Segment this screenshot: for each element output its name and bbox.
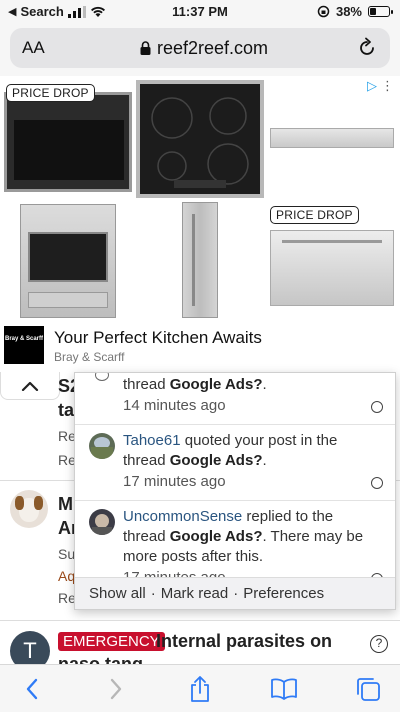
- tabs-button[interactable]: [354, 675, 382, 703]
- alert-item[interactable]: UncommonSense replied to the thread Goog…: [75, 501, 395, 586]
- alert-item[interactable]: Tahoe61 quoted your post in the thread G…: [75, 425, 395, 501]
- browser-toolbar: [0, 664, 400, 712]
- lock-icon: [140, 41, 151, 55]
- thread-title[interactable]: ta: [58, 400, 74, 421]
- alerts-footer: Show all · Mark read · Preferences: [75, 577, 395, 609]
- advertiser-logo: Bray & Scarff: [4, 326, 44, 364]
- ad-footer[interactable]: Bray & Scarff Your Perfect Kitchen Await…: [0, 324, 400, 372]
- status-right: 38%: [317, 4, 393, 19]
- separator: ·: [150, 585, 156, 602]
- price-drop-badge: PRICE DROP: [6, 84, 95, 102]
- ad-banner[interactable]: PRICE DROP ▷ ⋮ PRICE DROP Bray & Scarff …: [0, 76, 400, 372]
- thread-row[interactable]: T EMERGENCY Internal parasites on naso t…: [0, 620, 400, 671]
- alerts-popup: thread Google Ads?. 14 minutes ago Tahoe…: [74, 372, 396, 610]
- scroll-to-top-button[interactable]: [0, 372, 60, 400]
- forward-button[interactable]: [102, 675, 130, 703]
- alert-text[interactable]: UncommonSense replied to the thread Goog…: [123, 507, 367, 567]
- ad-product-induction-range[interactable]: [136, 80, 264, 198]
- url-text: reef2reef.com: [156, 37, 269, 58]
- ad-advertiser: Bray & Scarff: [54, 350, 125, 364]
- battery-percent: 38%: [335, 4, 362, 19]
- ad-product-gas-range[interactable]: [2, 200, 134, 320]
- chevron-left-icon: [26, 678, 38, 700]
- ad-product-warming-drawer[interactable]: [266, 80, 398, 196]
- thread-title[interactable]: Internal parasites on: [156, 631, 332, 652]
- ad-menu-icon[interactable]: ⋮: [381, 78, 394, 94]
- separator: ·: [233, 585, 239, 602]
- mark-read-toggle[interactable]: [371, 477, 383, 489]
- share-icon: [191, 676, 209, 702]
- share-button[interactable]: [186, 675, 214, 703]
- chevron-up-icon: [21, 381, 39, 391]
- avatar[interactable]: [10, 490, 48, 528]
- thread-title[interactable]: M: [58, 494, 73, 515]
- mark-read-toggle[interactable]: [371, 401, 383, 413]
- mark-read-link[interactable]: Mark read: [161, 585, 229, 602]
- avatar[interactable]: [89, 433, 115, 459]
- adchoices-icon[interactable]: ▷: [367, 78, 377, 94]
- reload-icon[interactable]: [356, 37, 378, 59]
- ad-headline[interactable]: Your Perfect Kitchen Awaits: [54, 328, 262, 348]
- back-button[interactable]: [18, 675, 46, 703]
- battery-fill: [370, 8, 377, 15]
- bookmarks-button[interactable]: [270, 675, 298, 703]
- avatar[interactable]: [89, 509, 115, 535]
- status-bar: ◀ Search 11:37 PM 38%: [0, 0, 400, 24]
- battery-icon: [368, 6, 393, 17]
- chevron-right-icon: [110, 678, 122, 700]
- price-drop-badge: PRICE DROP: [270, 206, 359, 224]
- orientation-lock-icon: [317, 5, 330, 18]
- address-bar[interactable]: AA reef2reef.com: [10, 28, 390, 68]
- browser-address-area: AA reef2reef.com: [0, 24, 400, 76]
- alert-time: 17 minutes ago: [123, 473, 226, 490]
- thread-meta: Su: [58, 546, 76, 562]
- avatar: [95, 373, 109, 381]
- emergency-tag: EMERGENCY: [58, 632, 165, 651]
- alert-time: 14 minutes ago: [123, 397, 226, 414]
- adchoices[interactable]: ▷ ⋮: [367, 78, 394, 94]
- show-all-link[interactable]: Show all: [89, 585, 146, 602]
- help-icon[interactable]: ?: [370, 635, 388, 653]
- text-size-button[interactable]: AA: [22, 38, 82, 58]
- book-icon: [271, 678, 297, 700]
- tabs-icon: [357, 678, 380, 701]
- alert-text[interactable]: Tahoe61 quoted your post in the thread G…: [123, 431, 367, 471]
- ad-product-column-refrigerator[interactable]: [136, 200, 264, 320]
- alert-item[interactable]: thread Google Ads?. 14 minutes ago: [75, 373, 395, 425]
- alert-text[interactable]: thread Google Ads?.: [123, 375, 367, 395]
- url-display[interactable]: reef2reef.com: [82, 38, 326, 59]
- thread-forum-link[interactable]: Aq: [58, 568, 75, 584]
- preferences-link[interactable]: Preferences: [243, 585, 324, 602]
